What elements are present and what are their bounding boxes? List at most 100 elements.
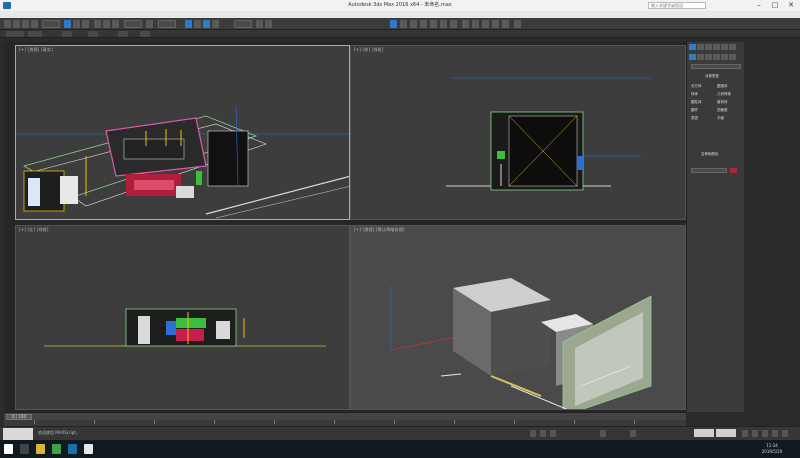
viewport-front-wireframe[interactable]: [+] [前] [线框] <box>350 45 686 220</box>
box-button[interactable]: 长方体 <box>691 84 702 88</box>
spacewarps-icon[interactable] <box>729 54 736 60</box>
select-object-icon[interactable] <box>64 20 71 28</box>
ribbon-tab-populate[interactable] <box>118 31 128 37</box>
schematic-view-icon[interactable] <box>410 20 417 28</box>
snaps-toggle-icon[interactable] <box>185 20 192 28</box>
object-color-swatch[interactable] <box>730 168 737 173</box>
name-color-rollout-title[interactable]: 名称和颜色 <box>701 152 719 156</box>
mirror-icon[interactable] <box>256 20 263 28</box>
utilities-tab-icon[interactable] <box>729 44 736 50</box>
search-input[interactable]: 输入关键字或短语 <box>648 2 706 9</box>
redo-icon[interactable] <box>13 20 20 28</box>
toggle-ribbon-icon[interactable] <box>482 20 489 28</box>
viewport-perspective-default[interactable]: [+] [透视] [默认明暗处理] <box>350 225 686 410</box>
scale-icon[interactable] <box>112 20 119 28</box>
app-green-icon[interactable] <box>52 444 61 454</box>
ribbon-tab-selection[interactable] <box>62 31 72 37</box>
pivot-icon[interactable] <box>146 20 153 28</box>
next-frame-icon[interactable] <box>772 430 778 437</box>
geosphere-button[interactable]: 几何球体 <box>717 92 731 96</box>
3dsmax-taskbar-icon[interactable] <box>68 444 77 454</box>
display-tab-icon[interactable] <box>721 44 728 50</box>
torus-button[interactable]: 圆环 <box>691 108 698 112</box>
go-start-icon[interactable] <box>742 430 748 437</box>
coord-z-field[interactable] <box>630 430 636 437</box>
scene-explorer-icon[interactable] <box>492 20 499 28</box>
create-tab-icon[interactable] <box>689 44 696 50</box>
go-end-icon[interactable] <box>782 430 788 437</box>
named-selection-dropdown[interactable] <box>158 20 176 28</box>
windows-taskbar: 11:34 2019/5/20 <box>0 440 800 458</box>
sphere-button[interactable]: 球体 <box>691 92 698 96</box>
percent-snap-icon[interactable] <box>203 20 210 28</box>
menu-bar[interactable] <box>0 11 800 18</box>
play-icon[interactable] <box>762 430 768 437</box>
teapot-button[interactable]: 茶壶 <box>691 116 698 120</box>
undo-icon[interactable] <box>4 20 11 28</box>
render-setup-icon[interactable] <box>430 20 437 28</box>
coord-x-field[interactable] <box>550 430 556 437</box>
shapes-icon[interactable] <box>697 54 704 60</box>
start-icon[interactable] <box>4 444 13 454</box>
unlink-icon[interactable] <box>31 20 38 28</box>
workspace-icon[interactable] <box>462 20 469 28</box>
maximize-button[interactable]: □ <box>768 0 782 11</box>
extra-tool-icon[interactable] <box>514 20 521 28</box>
layer-manager-icon[interactable] <box>502 20 509 28</box>
material-editor-icon[interactable] <box>420 20 427 28</box>
curve-editor-icon[interactable] <box>400 20 407 28</box>
minimize-button[interactable]: – <box>752 0 766 11</box>
helpers-icon[interactable] <box>721 54 728 60</box>
lights-icon[interactable] <box>705 54 712 60</box>
ribbon-tab-extra[interactable] <box>140 31 150 37</box>
set-key-button[interactable] <box>716 429 736 437</box>
rendered-frame-icon[interactable] <box>440 20 447 28</box>
object-type-rollout-title[interactable]: 对象类型 <box>705 74 719 78</box>
plane-button[interactable]: 平面 <box>717 116 724 120</box>
coord-y-field[interactable] <box>600 430 606 437</box>
system-clock[interactable]: 11:34 2019/5/20 <box>752 443 792 455</box>
rect-selection-icon[interactable] <box>82 20 89 28</box>
cameras-icon[interactable] <box>713 54 720 60</box>
cone-button[interactable]: 圆锥体 <box>717 84 728 88</box>
ribbon-tab-freeform[interactable] <box>28 31 42 37</box>
pyramid-button[interactable]: 四棱锥 <box>717 108 728 112</box>
align-icon[interactable] <box>265 20 272 28</box>
rotate-icon[interactable] <box>103 20 110 28</box>
spinner-snap-icon[interactable] <box>212 20 219 28</box>
select-by-name-icon[interactable] <box>73 20 80 28</box>
modify-tab-icon[interactable] <box>697 44 704 50</box>
layer-explorer-icon[interactable] <box>472 20 479 28</box>
selection-filter-dropdown[interactable] <box>42 20 60 28</box>
task-view-icon[interactable] <box>20 444 29 454</box>
app-white-icon[interactable] <box>84 444 93 454</box>
file-explorer-icon[interactable] <box>36 444 45 454</box>
object-name-input[interactable] <box>691 168 727 173</box>
viewport-perspective-realistic[interactable]: [+] [透视] [真实] <box>15 45 350 220</box>
time-slider[interactable]: 0 / 100 <box>4 412 686 420</box>
ribbon-tab-modeling[interactable] <box>6 31 24 37</box>
absolute-mode-icon[interactable] <box>540 430 546 437</box>
lock-selection-icon[interactable] <box>530 430 536 437</box>
primitive-type-dropdown[interactable] <box>691 64 741 69</box>
reference-coord-dropdown[interactable] <box>124 20 142 28</box>
prev-frame-icon[interactable] <box>752 430 758 437</box>
cylinder-button[interactable]: 圆柱体 <box>691 100 702 104</box>
ribbon-tab-object-paint[interactable] <box>88 31 98 37</box>
create-selection-set-input[interactable] <box>234 20 252 28</box>
move-icon[interactable] <box>94 20 101 28</box>
app-logo-icon[interactable] <box>3 2 11 9</box>
render-production-icon[interactable] <box>450 20 457 28</box>
auto-key-button[interactable] <box>694 429 714 437</box>
hierarchy-tab-icon[interactable] <box>705 44 712 50</box>
viewport-left-wireframe[interactable]: [+] [左] [线框] <box>15 225 350 410</box>
angle-snap-icon[interactable] <box>194 20 201 28</box>
motion-tab-icon[interactable] <box>713 44 720 50</box>
geometry-icon[interactable] <box>689 54 696 60</box>
maxscript-listener-mini[interactable] <box>3 428 33 440</box>
tube-button[interactable]: 管状体 <box>717 100 728 104</box>
link-icon[interactable] <box>22 20 29 28</box>
close-button[interactable]: ✕ <box>784 0 798 11</box>
graphite-tools-icon[interactable] <box>390 20 397 28</box>
track-tick <box>394 420 395 424</box>
